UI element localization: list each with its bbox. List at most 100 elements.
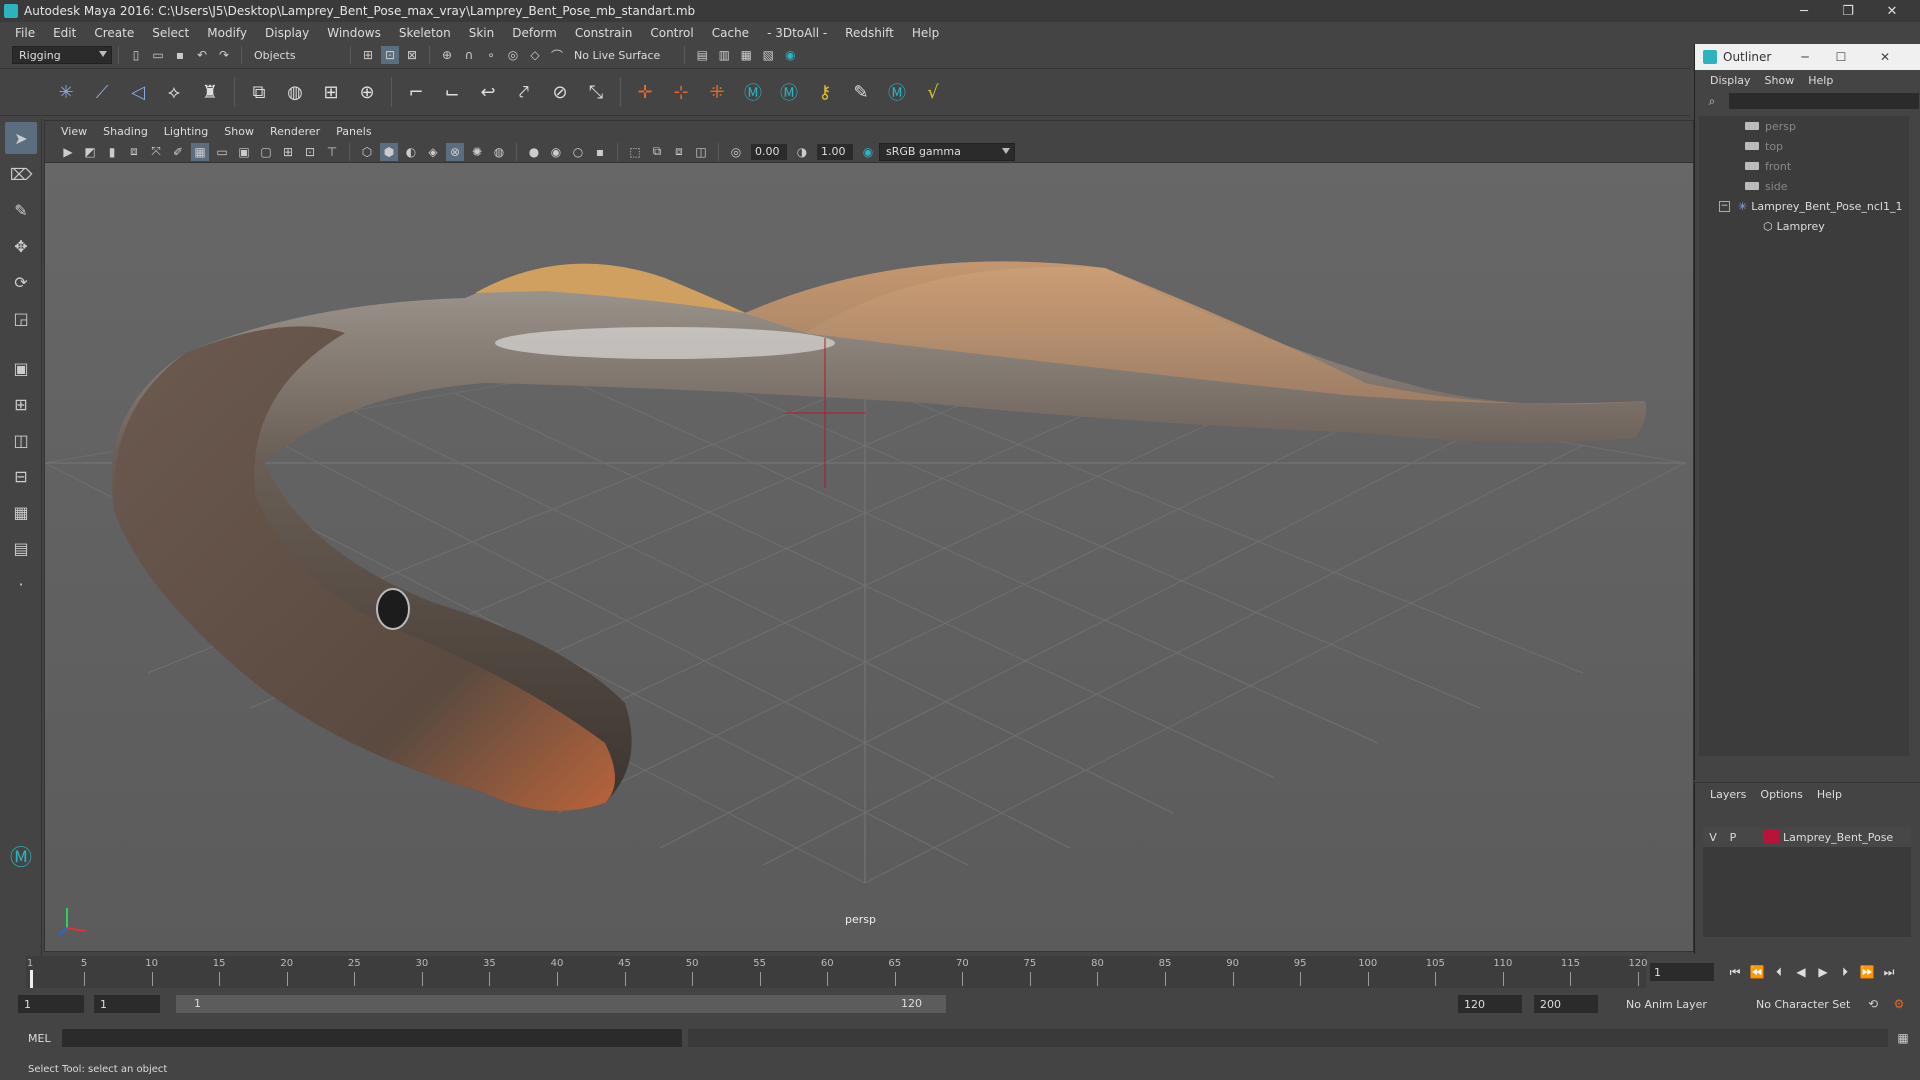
outliner-menu-show[interactable]: Show <box>1758 74 1802 87</box>
snap-curve-icon[interactable]: ∩ <box>460 46 478 64</box>
filter-icon[interactable]: ⌕ <box>1703 92 1721 110</box>
character-set-dropdown[interactable]: No Character Set <box>1756 998 1850 1011</box>
exposure-icon[interactable]: ◎ <box>727 143 745 161</box>
script-editor-icon[interactable]: ▦ <box>1894 1029 1912 1047</box>
arc-icon[interactable]: ⊘ <box>545 77 575 107</box>
curve-tool-icon[interactable]: ⌐ <box>401 77 431 107</box>
menuset-dropdown[interactable]: Rigging <box>12 46 112 64</box>
move-tool-icon[interactable]: ✥ <box>5 230 37 262</box>
outliner-list[interactable]: persp top front side − ✳ Lamprey_Bent_Po… <box>1699 116 1909 756</box>
select-tool-icon[interactable]: ➤ <box>5 122 37 154</box>
layer-playback-toggle[interactable]: P <box>1723 831 1743 844</box>
isolate-select-icon[interactable]: ▪ <box>591 143 609 161</box>
animation-preferences-icon[interactable]: ⚙ <box>1890 995 1908 1013</box>
outliner-item-side[interactable]: side <box>1699 176 1909 196</box>
graph-layout-icon[interactable]: ▦ <box>5 496 37 528</box>
selection-mode-dropdown[interactable]: Objects <box>248 46 344 64</box>
aim-constraint-icon[interactable]: ⁜ <box>702 77 732 107</box>
layer-row[interactable]: V P Lamprey_Bent_Pose <box>1703 827 1911 847</box>
grid-toggle-icon[interactable]: ▦ <box>191 142 209 161</box>
render-frame-icon[interactable]: ▥ <box>715 46 733 64</box>
menu-file[interactable]: File <box>6 22 44 44</box>
wireframe-icon[interactable]: ⬡ <box>358 143 376 161</box>
film-gate-icon[interactable]: ▭ <box>213 143 231 161</box>
minimize-button[interactable]: ─ <box>1782 0 1826 22</box>
color-management-icon[interactable]: ◉ <box>859 143 877 161</box>
ik-spline-icon[interactable]: ◁ <box>123 77 153 107</box>
select-by-object-icon[interactable]: ⊡ <box>381 46 399 64</box>
outliner-item-front[interactable]: front <box>1699 156 1909 176</box>
outliner-menu-help[interactable]: Help <box>1801 74 1840 87</box>
image-plane-icon[interactable]: ⧈ <box>125 143 143 161</box>
camera-select-icon[interactable]: ▶ <box>59 143 77 161</box>
menu-create[interactable]: Create <box>85 22 143 44</box>
hypershade-layout-icon[interactable]: ▤ <box>5 532 37 564</box>
ambient-occlusion-icon[interactable]: ◍ <box>490 143 508 161</box>
menu-modify[interactable]: Modify <box>198 22 256 44</box>
command-input[interactable] <box>62 1029 682 1047</box>
use-all-lights-icon[interactable]: ⊗ <box>446 142 464 161</box>
outliner-item-group[interactable]: − ✳ Lamprey_Bent_Pose_ncl1_1 <box>1699 196 1909 216</box>
menu-windows[interactable]: Windows <box>318 22 390 44</box>
exposure-field[interactable]: 0.00 <box>751 143 787 160</box>
panel-menu-show[interactable]: Show <box>216 125 262 138</box>
select-by-hierarchy-icon[interactable]: ⊞ <box>359 46 377 64</box>
restore-button[interactable]: ❐ <box>1826 0 1870 22</box>
outliner-search-input[interactable] <box>1729 93 1919 109</box>
lasso-tool-icon[interactable]: ⌦ <box>5 158 37 190</box>
panel-menu-lighting[interactable]: Lighting <box>156 125 216 138</box>
view-transform-dropdown[interactable]: sRGB gamma <box>879 142 1015 161</box>
ep-curve-icon[interactable]: ⌙ <box>437 77 467 107</box>
render-settings-icon[interactable]: ▤ <box>693 46 711 64</box>
rotate-tool-icon[interactable]: ⟳ <box>5 266 37 298</box>
menu-skin[interactable]: Skin <box>460 22 504 44</box>
auto-key-icon[interactable]: ⟲ <box>1864 995 1882 1013</box>
bezier-icon[interactable]: ↩ <box>473 77 503 107</box>
xray-active-icon[interactable]: ⧈ <box>670 143 688 161</box>
animation-start-field[interactable]: 1 <box>18 995 84 1013</box>
wireframe-on-shaded-icon[interactable]: ◐ <box>402 143 420 161</box>
orient-constraint-icon[interactable]: Ⓜ <box>738 77 768 107</box>
script-icon[interactable]: √ <box>918 77 948 107</box>
panel-menu-view[interactable]: View <box>53 125 95 138</box>
playback-start-field[interactable]: 1 <box>94 995 160 1013</box>
select-by-component-icon[interactable]: ⊠ <box>403 46 421 64</box>
menu-help[interactable]: Help <box>903 22 948 44</box>
snap-point-icon[interactable]: ∘ <box>482 46 500 64</box>
paint-select-icon[interactable]: ✎ <box>5 194 37 226</box>
hypershade-icon[interactable]: ◉ <box>781 46 799 64</box>
layer-color-swatch[interactable] <box>1763 830 1779 844</box>
menu-control[interactable]: Control <box>641 22 702 44</box>
play-backward-icon[interactable]: ◀ <box>1790 965 1812 979</box>
close-button[interactable]: ✕ <box>1870 0 1914 22</box>
playback-end-field[interactable]: 120 <box>1458 995 1522 1013</box>
point-constraint-icon[interactable]: ⊹ <box>666 77 696 107</box>
maximize-button[interactable]: ☐ <box>1823 44 1859 70</box>
grease-pencil-icon[interactable]: ✐ <box>169 143 187 161</box>
menu-deform[interactable]: Deform <box>503 22 566 44</box>
viewport-scene[interactable]: persp <box>45 163 1693 951</box>
step-forward-key-icon[interactable]: ⏵ <box>1834 965 1856 980</box>
bind-skin-icon[interactable]: ⧉ <box>244 77 274 107</box>
live-surface-label[interactable]: No Live Surface <box>574 49 660 62</box>
go-to-start-icon[interactable]: ⏮ <box>1724 965 1746 980</box>
current-frame-field[interactable]: 1 <box>1650 963 1714 981</box>
layer-menu-layers[interactable]: Layers <box>1703 788 1753 801</box>
four-pane-layout-icon[interactable]: ⊞ <box>5 388 37 420</box>
panel-menu-panels[interactable]: Panels <box>328 125 379 138</box>
2d-pan-zoom-icon[interactable]: ⤧ <box>147 143 165 161</box>
minimize-button[interactable]: ─ <box>1787 44 1823 70</box>
xray-joints-icon[interactable]: ⧉ <box>648 143 666 161</box>
more-layouts-icon[interactable]: · <box>5 568 37 600</box>
play-forward-icon[interactable]: ▶ <box>1812 965 1834 979</box>
step-forward-icon[interactable]: ⏩ <box>1856 965 1878 979</box>
parent-constraint-icon[interactable]: Ⓜ <box>774 77 804 107</box>
scale-tool-icon[interactable]: ◲ <box>5 302 37 334</box>
time-slider[interactable]: 1 5 10 15 20 25 30 35 40 45 50 55 60 65 70 75 80 85 90 95 10… <box>26 956 1648 988</box>
menu-constrain[interactable]: Constrain <box>566 22 642 44</box>
ipr-render-icon[interactable]: ▦ <box>737 46 755 64</box>
new-scene-icon[interactable]: ▯ <box>127 46 145 64</box>
key-tool-icon[interactable]: ✎ <box>846 77 876 107</box>
panel-menu-renderer[interactable]: Renderer <box>262 125 328 138</box>
animation-end-field[interactable]: 200 <box>1534 995 1598 1013</box>
